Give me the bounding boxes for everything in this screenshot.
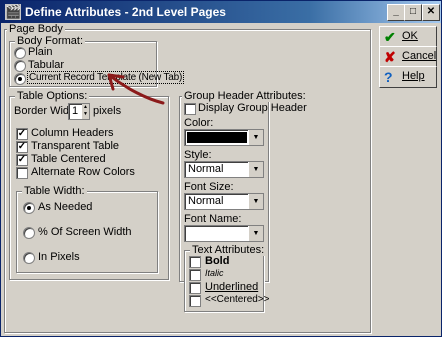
as-needed-label: As Needed <box>38 201 93 213</box>
checkbox-centered[interactable] <box>189 295 201 307</box>
table-options-group: Table Options: Border Width: 1 ▲ ▼ pixels… <box>9 90 169 280</box>
display-group-header-label: Display Group Header <box>198 102 307 114</box>
cancel-button[interactable]: ✘ Cancel <box>379 46 437 68</box>
alternate-row-colors-label: Alternate Row Colors <box>31 166 135 178</box>
column-headers-label: Column Headers <box>31 127 114 139</box>
cross-icon: ✘ <box>384 49 396 65</box>
color-label: Color: <box>184 117 214 129</box>
radio-current-record-template[interactable] <box>14 73 26 85</box>
font-size-dropdown[interactable]: Normal ▼ <box>184 193 264 210</box>
color-swatch <box>187 132 247 143</box>
chevron-down-icon[interactable]: ▼ <box>248 162 263 177</box>
radio-plain[interactable] <box>14 47 26 59</box>
ok-button[interactable]: ✔ OK <box>379 26 437 48</box>
percent-screen-width-label: % Of Screen Width <box>38 226 132 238</box>
chevron-down-icon[interactable]: ▼ <box>248 130 263 145</box>
table-centered-label: Table Centered <box>31 153 106 165</box>
color-dropdown[interactable]: ▼ <box>184 129 264 146</box>
radio-in-pixels[interactable] <box>23 252 35 264</box>
table-options-label: Table Options: <box>15 90 90 102</box>
font-name-dropdown[interactable]: ▼ <box>184 225 264 242</box>
maximize-button[interactable]: □ <box>404 4 422 21</box>
radio-as-needed[interactable] <box>23 202 35 214</box>
checkbox-italic[interactable] <box>189 269 201 281</box>
checkbox-column-headers[interactable]: ✓ <box>16 128 28 140</box>
spinner-arrows-icon[interactable]: ▲ ▼ <box>82 104 89 119</box>
page-body-label: Page Body <box>7 23 65 35</box>
question-icon: ? <box>384 69 393 85</box>
checkbox-bold[interactable] <box>189 256 201 268</box>
style-value: Normal <box>188 163 224 175</box>
close-button[interactable]: ✕ <box>422 4 440 21</box>
bold-label: Bold <box>205 255 230 267</box>
font-size-value: Normal <box>188 195 224 207</box>
text-attributes-group: Text Attributes: Bold Italic Underlined … <box>184 244 270 312</box>
centered-label: <<Centered>> <box>205 294 270 305</box>
clapperboard-icon: 🎬 <box>5 4 22 20</box>
group-header-label: Group Header Attributes: <box>182 90 308 102</box>
checkmark-icon: ✔ <box>384 29 396 45</box>
italic-label: Italic <box>205 268 224 278</box>
page-body-group: Page Body Body Format: Plain Tabular Cur… <box>4 23 371 333</box>
annotation-arrow-icon <box>107 73 165 105</box>
checkbox-transparent-table[interactable]: ✓ <box>16 141 28 153</box>
table-width-group: Table Width: As Needed % Of Screen Width… <box>16 185 158 273</box>
title-bar[interactable]: 🎬 Define Attributes - 2nd Level Pages _ … <box>1 1 441 23</box>
font-size-label: Font Size: <box>184 181 234 193</box>
minimize-button[interactable]: _ <box>387 4 405 21</box>
table-width-label: Table Width: <box>22 185 87 197</box>
cancel-label: Cancel <box>402 50 437 62</box>
transparent-table-label: Transparent Table <box>31 140 120 152</box>
help-button[interactable]: ? Help <box>379 66 437 88</box>
radio-tabular[interactable] <box>14 60 26 72</box>
radio-percent-screen-width[interactable] <box>23 227 35 239</box>
style-dropdown[interactable]: Normal ▼ <box>184 161 264 178</box>
radio-plain-label: Plain <box>28 46 53 58</box>
border-width-spinner[interactable]: 1 ▲ ▼ <box>68 103 90 120</box>
font-name-label: Font Name: <box>184 213 242 225</box>
ok-label: OK <box>402 30 418 42</box>
checkbox-display-group-header[interactable] <box>184 103 196 115</box>
dialog-window: 🎬 Define Attributes - 2nd Level Pages _ … <box>0 0 442 337</box>
checkbox-alternate-row-colors[interactable] <box>16 167 28 179</box>
checkbox-underlined[interactable] <box>189 282 201 294</box>
radio-tabular-label: Tabular <box>28 59 65 71</box>
underlined-label: Underlined <box>205 281 259 293</box>
chevron-down-icon[interactable]: ▼ <box>248 194 263 209</box>
style-label: Style: <box>184 149 212 161</box>
checkbox-table-centered[interactable]: ✓ <box>16 154 28 166</box>
border-width-value: 1 <box>72 105 79 117</box>
help-label: Help <box>402 70 425 82</box>
window-title: Define Attributes - 2nd Level Pages <box>25 5 226 19</box>
in-pixels-label: In Pixels <box>38 251 80 263</box>
chevron-down-icon[interactable]: ▼ <box>248 226 263 241</box>
group-header-group: Group Header Attributes: Display Group H… <box>179 90 308 312</box>
